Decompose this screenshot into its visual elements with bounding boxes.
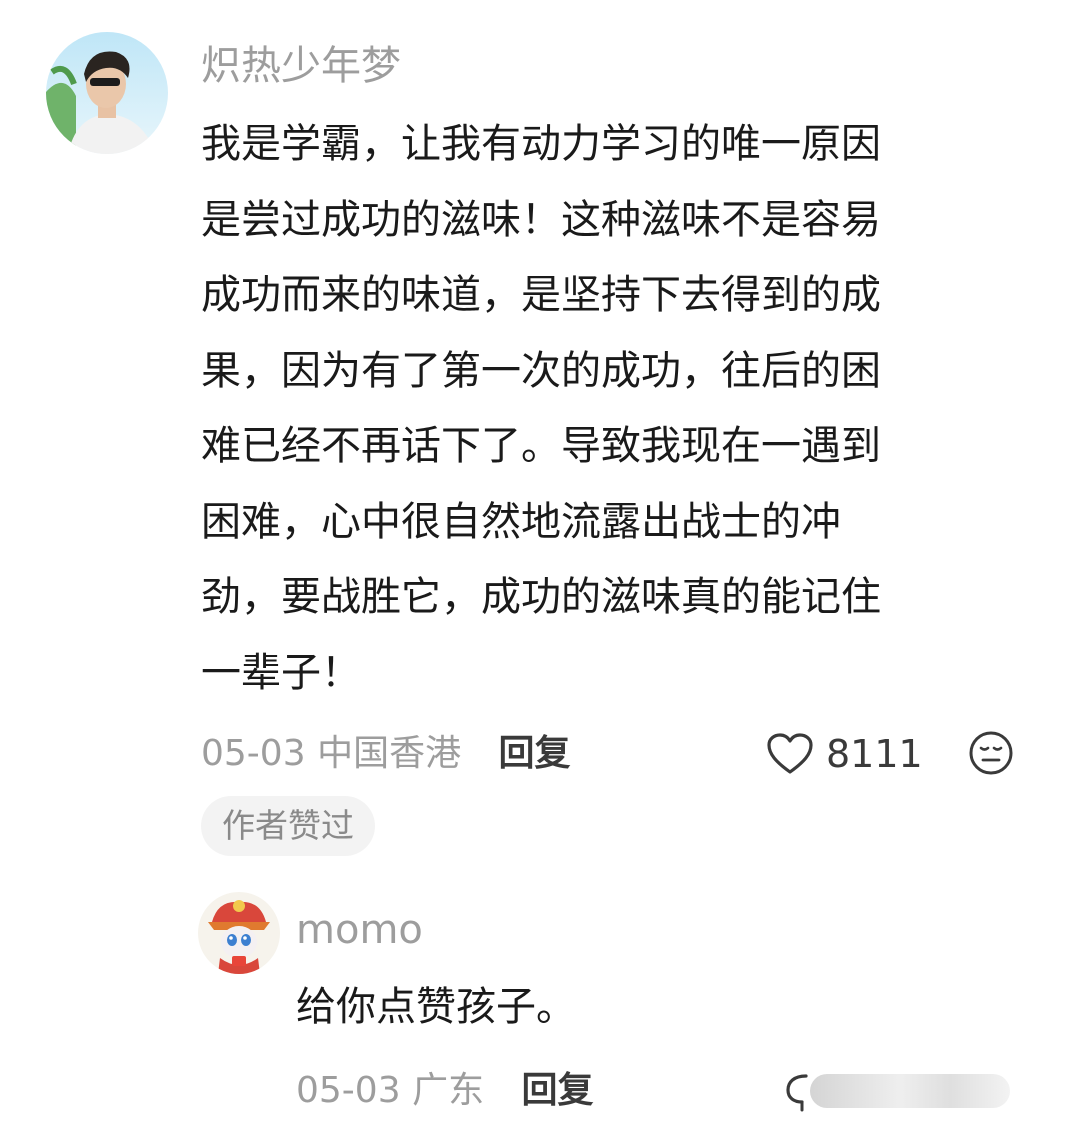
comment-location: 中国香港 <box>317 733 462 774</box>
reply-like-button[interactable] <box>784 1070 1016 1114</box>
heart-icon <box>767 733 813 774</box>
reply-location: 广东 <box>412 1070 485 1111</box>
dislike-face-icon <box>969 731 1013 775</box>
reply-reply-button[interactable]: 回复 <box>522 1070 594 1111</box>
like-count: 8111 <box>826 732 923 776</box>
comment-text-line: 劲，要战胜它，成功的滋味真的能记住 <box>201 574 881 620</box>
reply-like-blur <box>810 1074 1010 1108</box>
comment-text-line: 成功而来的味道，是坚持下去得到的成 <box>201 272 881 318</box>
comment-date: 05-03 <box>201 733 306 774</box>
like-button[interactable]: 8111 <box>766 729 923 779</box>
commenter-avatar[interactable] <box>46 32 168 154</box>
reply-username[interactable]: momo <box>296 902 423 958</box>
commenter-username[interactable]: 炽热少年梦 <box>201 38 401 94</box>
comment-text-line: 难已经不再话下了。导致我现在一遇到 <box>201 423 881 469</box>
reply-date: 05-03 <box>296 1070 401 1111</box>
reply-meta: 05-03 广东 回复 <box>296 1066 594 1116</box>
comment-text-line: 果，因为有了第一次的成功，往后的困 <box>201 347 881 394</box>
avatar-cartoon-icon <box>198 892 280 974</box>
reply-text: 给你点赞孩子。 <box>296 984 576 1030</box>
comment-text: 我是学霸，让我有动力学习的唯一原因 是尝过成功的滋味！这种滋味不是容易 成功而来… <box>201 107 881 711</box>
comment-meta: 05-03 中国香港 回复 <box>201 729 571 779</box>
comment-text-line: 我是学霸，让我有动力学习的唯一原因 <box>201 121 881 167</box>
avatar-photo-icon <box>46 32 168 154</box>
dislike-button[interactable] <box>968 730 1014 780</box>
reply-button[interactable]: 回复 <box>499 733 571 774</box>
reply-avatar[interactable] <box>198 892 280 974</box>
comment-text-line: 是尝过成功的滋味！这种滋味不是容易 <box>201 196 881 243</box>
comment-text-line: 一辈子！ <box>201 649 361 696</box>
comment-text-line: 困难，心中很自然地流露出战士的冲 <box>201 498 841 545</box>
author-liked-badge: 作者赞过 <box>201 796 375 856</box>
